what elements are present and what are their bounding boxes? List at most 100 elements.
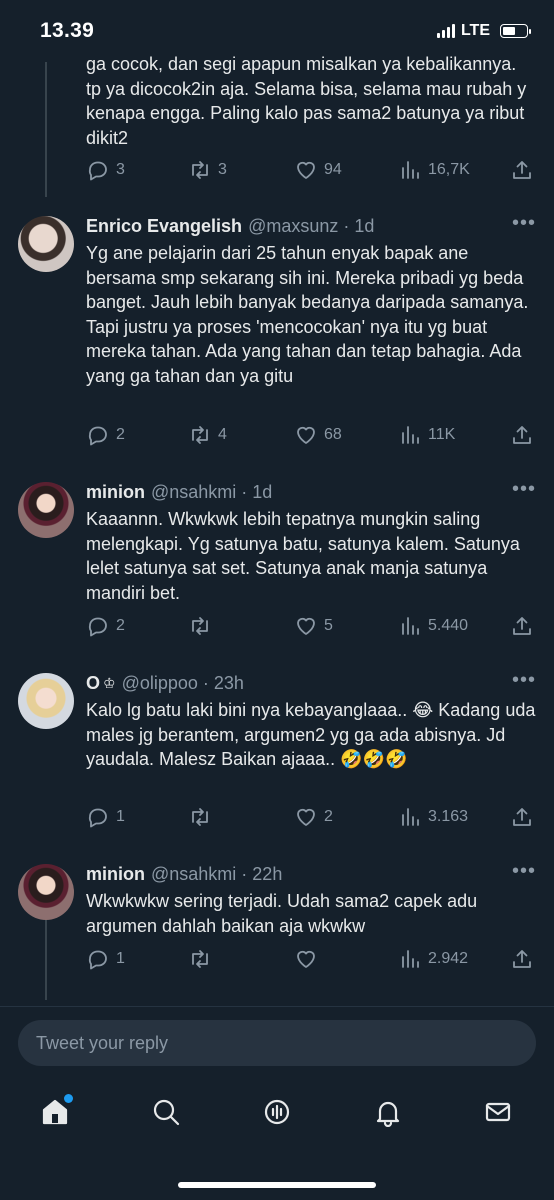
avatar[interactable] [18, 216, 74, 272]
retweet-button[interactable] [188, 614, 218, 638]
search-icon[interactable] [148, 1094, 184, 1130]
like-count: 2 [324, 808, 333, 825]
like-button[interactable]: 94 [294, 158, 342, 182]
reply-count: 1 [116, 808, 125, 825]
reply-button[interactable]: 1 [86, 947, 125, 971]
views-button[interactable]: 5.440 [398, 614, 468, 638]
views-icon [402, 808, 419, 826]
signal-icon [436, 24, 455, 38]
retweet-button[interactable] [188, 805, 218, 829]
retweet-count: 3 [218, 161, 227, 178]
tweet-header: Enrico Evangelish @maxsunz · 1d [86, 214, 536, 238]
tweet-text: ga cocok, dan segi apapun misalkan ya ke… [86, 54, 527, 148]
more-icon[interactable]: ••• [512, 212, 536, 235]
like-count: 94 [324, 161, 342, 178]
heart-icon [297, 617, 315, 635]
tweet-actions: 1 2 3.163 [86, 804, 536, 830]
reply-button[interactable]: 1 [86, 805, 125, 829]
retweet-icon [192, 161, 208, 179]
retweet-icon [192, 617, 208, 635]
tweet-actions: 2 4 68 11K [86, 422, 536, 448]
share-icon [513, 808, 531, 826]
share-button[interactable] [510, 423, 534, 447]
status-indicators: LTE [436, 22, 531, 40]
author-name[interactable]: O [86, 673, 100, 694]
reply-input[interactable] [36, 1032, 536, 1054]
reply-icon [88, 950, 107, 970]
crown-icon: ♔ [103, 674, 116, 691]
avatar[interactable] [18, 864, 74, 920]
heart-icon [297, 161, 315, 179]
tweet-text: Kalo lg batu laki bini nya kebayanglaaa.… [86, 700, 536, 769]
tweet-actions: 3 3 94 16,7K [86, 157, 536, 183]
reply-icon [88, 808, 107, 828]
retweet-count: 4 [218, 426, 227, 443]
author-name[interactable]: minion [86, 482, 145, 503]
status-time: 13.39 [40, 19, 95, 42]
share-button[interactable] [510, 158, 534, 182]
like-button[interactable]: 2 [294, 805, 333, 829]
more-icon[interactable]: ••• [512, 669, 536, 692]
tweet-actions: 1 2.942 [86, 946, 536, 972]
retweet-button[interactable] [188, 947, 218, 971]
author-handle[interactable]: @nsahkmi · 22h [151, 864, 282, 885]
views-count: 3.163 [428, 808, 469, 825]
notifications-icon[interactable] [370, 1094, 406, 1130]
avatar[interactable] [18, 673, 74, 729]
like-button[interactable]: 68 [294, 423, 342, 447]
heart-icon [297, 808, 315, 826]
reply-button[interactable]: 2 [86, 423, 125, 447]
reply-composer[interactable] [18, 1020, 536, 1066]
author-name[interactable]: minion [86, 864, 145, 885]
views-button[interactable]: 11K [398, 423, 455, 447]
retweet-button[interactable]: 3 [188, 158, 227, 182]
like-button[interactable] [294, 947, 324, 971]
views-icon [402, 617, 419, 635]
conversation-feed[interactable]: ga cocok, dan segi apapun misalkan ya ke… [0, 0, 554, 1005]
home-indicator[interactable] [178, 1182, 376, 1188]
tweet-text: Kaaannn. Wkwkwk lebih tepatnya mungkin s… [86, 509, 520, 603]
network-label: LTE [460, 22, 490, 39]
avatar[interactable] [18, 482, 74, 538]
tweet-header: minion @nsahkmi · 1d [86, 480, 536, 504]
reply-icon [88, 426, 107, 446]
reply-icon [88, 617, 107, 637]
reply-button[interactable]: 2 [86, 614, 125, 638]
share-icon [513, 426, 531, 444]
like-button[interactable]: 5 [294, 614, 333, 638]
reply-count: 3 [116, 161, 125, 178]
share-button[interactable] [510, 805, 534, 829]
retweet-icon [192, 808, 208, 826]
author-handle[interactable]: @maxsunz · 1d [248, 216, 374, 237]
unread-dot [64, 1094, 73, 1103]
retweet-button[interactable]: 4 [188, 423, 227, 447]
reply-button[interactable]: 3 [86, 158, 125, 182]
views-button[interactable]: 2.942 [398, 947, 468, 971]
home-icon[interactable] [37, 1094, 73, 1130]
views-icon [402, 426, 419, 444]
author-name[interactable]: Enrico Evangelish [86, 216, 242, 237]
author-handle[interactable]: @nsahkmi · 1d [151, 482, 272, 503]
spaces-icon[interactable] [259, 1094, 295, 1130]
share-button[interactable] [510, 614, 534, 638]
status-bar: 13.39 LTE [0, 0, 554, 62]
views-icon [402, 950, 419, 968]
reply-count: 1 [116, 950, 125, 967]
messages-icon[interactable] [480, 1094, 516, 1130]
share-icon [513, 950, 531, 968]
author-handle[interactable]: @olippoo · 23h [122, 673, 244, 694]
more-icon[interactable]: ••• [512, 478, 536, 501]
more-icon[interactable]: ••• [512, 860, 536, 883]
views-button[interactable]: 3.163 [398, 805, 468, 829]
share-button[interactable] [510, 947, 534, 971]
retweet-icon [192, 950, 208, 968]
tweet-text: Wkwkwkw sering terjadi. Udah sama2 capek… [86, 891, 478, 936]
share-icon [513, 617, 531, 635]
heart-icon [297, 426, 315, 444]
like-count: 68 [324, 426, 342, 443]
divider [0, 1006, 554, 1007]
views-button[interactable]: 16,7K [398, 158, 470, 182]
battery-icon [500, 24, 531, 38]
retweet-icon [192, 426, 208, 444]
reply-count: 2 [116, 617, 125, 634]
